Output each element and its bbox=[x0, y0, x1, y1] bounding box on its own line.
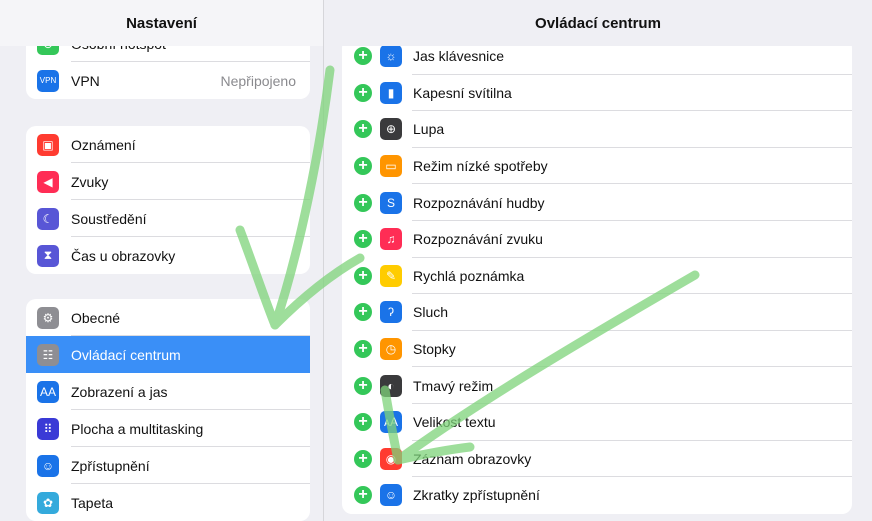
control-list-item: + ♫ Rozpoznávání zvuku bbox=[342, 221, 852, 258]
control-list-item: + ᴀA Velikost textu bbox=[342, 404, 852, 441]
stopwatch-icon: ◷ bbox=[380, 338, 402, 361]
sidebar-item-label: VPN bbox=[71, 72, 100, 89]
shazam-icon: S bbox=[380, 191, 402, 214]
sidebar-item-label: Čas u obrazovky bbox=[71, 247, 176, 264]
speaker-icon: ◀ bbox=[37, 170, 59, 193]
add-control-icon[interactable]: + bbox=[354, 413, 372, 432]
control-label: Rozpoznávání hudby bbox=[413, 194, 545, 211]
sidebar-item-label: Soustředění bbox=[71, 210, 147, 227]
control-label: Zkratky zpřístupnění bbox=[413, 487, 540, 504]
add-control-icon[interactable]: + bbox=[354, 449, 372, 468]
sound-recognition-icon: ♫ bbox=[380, 228, 402, 251]
control-label: Stopky bbox=[413, 341, 456, 358]
vpn-icon: VPN bbox=[37, 69, 59, 92]
sidebar-item-label: Zpřístupnění bbox=[71, 457, 150, 474]
sidebar-item-notifications[interactable]: ▣ Oznámení bbox=[26, 126, 310, 163]
settings-sidebar: Nastavení ⊚Osobní hotspotVPNVPNNepřipoje… bbox=[0, 0, 324, 521]
sidebar-item-label: Obecné bbox=[71, 309, 121, 326]
ear-icon: ʔ bbox=[380, 301, 402, 324]
control-list-item: + ▭ Režim nízké spotřeby bbox=[342, 148, 852, 185]
sidebar-item-wallpaper[interactable]: ✿ Tapeta bbox=[26, 484, 310, 521]
more-controls-list: + ☼ Jas klávesnice + ▮ Kapesní svítilna + ⊕ Lupa… bbox=[342, 38, 852, 514]
control-label: Jas klávesnice bbox=[413, 48, 505, 65]
control-label: Režim nízké spotřeby bbox=[413, 158, 548, 175]
sidebar-item-screen-time[interactable]: ⧗ Čas u obrazovky bbox=[26, 237, 310, 274]
control-list-item: + ʔ Sluch bbox=[342, 294, 852, 331]
control-label: Sluch bbox=[413, 304, 449, 321]
sidebar-item-label: Tapeta bbox=[71, 494, 114, 511]
add-control-icon[interactable]: + bbox=[354, 376, 372, 395]
sidebar-item-label: Plocha a multitasking bbox=[71, 420, 204, 437]
text-size-icon: AA bbox=[37, 380, 59, 403]
control-label: Rozpoznávání zvuku bbox=[413, 231, 543, 248]
sidebar-item-label: Zvuky bbox=[71, 173, 109, 190]
sidebar-item-display[interactable]: AA Zobrazení a jas bbox=[26, 373, 310, 410]
page-title: Ovládací centrum bbox=[324, 0, 872, 46]
add-control-icon[interactable]: + bbox=[354, 266, 372, 285]
control-list-item: + ◉ Záznam obrazovky bbox=[342, 441, 852, 478]
moon-icon: ☾ bbox=[37, 207, 59, 230]
control-list-item: + ⊕ Lupa bbox=[342, 111, 852, 148]
notifications-icon: ▣ bbox=[37, 133, 59, 156]
control-label: Záznam obrazovky bbox=[413, 450, 532, 467]
add-control-icon[interactable]: + bbox=[354, 340, 372, 359]
add-control-icon[interactable]: + bbox=[354, 303, 372, 322]
sidebar-item-vpn[interactable]: VPN VPN Nepřipojeno bbox=[26, 62, 310, 99]
text-size-icon: ᴀA bbox=[380, 411, 402, 434]
sidebar-group-general: ⚙ Obecné ☷ Ovládací centrum AA Zobrazení a ja… bbox=[26, 299, 310, 521]
flower-icon: ✿ bbox=[37, 491, 59, 514]
control-label: Lupa bbox=[413, 121, 445, 138]
sidebar-item-general[interactable]: ⚙ Obecné bbox=[26, 299, 310, 336]
sidebar-group-notifications: ▣ Oznámení ◀ Zvuky ☾ Soustředění ⧗ Čas u obrazo… bbox=[26, 126, 310, 274]
sidebar-item-accessibility[interactable]: ☺ Zpřístupnění bbox=[26, 447, 310, 484]
gear-icon: ⚙ bbox=[37, 306, 59, 329]
control-list-item: + ✎ Rychlá poznámka bbox=[342, 258, 852, 295]
dark-mode-icon: ◐ bbox=[380, 374, 402, 397]
control-list-item: + S Rozpoznávání hudby bbox=[342, 184, 852, 221]
accessibility-icon: ☺ bbox=[37, 454, 59, 477]
sidebar-item-control-center[interactable]: ☷ Ovládací centrum bbox=[26, 336, 310, 373]
quick-note-icon: ✎ bbox=[380, 264, 402, 287]
add-control-icon[interactable]: + bbox=[354, 230, 372, 249]
flashlight-icon: ▮ bbox=[380, 81, 402, 104]
add-control-icon[interactable]: + bbox=[354, 47, 372, 66]
control-list-item: + ▮ Kapesní svítilna bbox=[342, 75, 852, 112]
magnifier-icon: ⊕ bbox=[380, 118, 402, 141]
add-control-icon[interactable]: + bbox=[354, 120, 372, 139]
control-list-item: + ☺ Zkratky zpřístupnění bbox=[342, 477, 852, 514]
sidebar-item-home-screen[interactable]: ⠿ Plocha a multitasking bbox=[26, 410, 310, 447]
control-list-item: + ◐ Tmavý režim bbox=[342, 367, 852, 404]
keyboard-brightness-icon: ☼ bbox=[380, 45, 402, 68]
grid-icon: ⠿ bbox=[37, 417, 59, 440]
add-control-icon[interactable]: + bbox=[354, 486, 372, 505]
add-control-icon[interactable]: + bbox=[354, 157, 372, 176]
sidebar-item-label: Ovládací centrum bbox=[71, 346, 181, 363]
sidebar-item-sounds[interactable]: ◀ Zvuky bbox=[26, 163, 310, 200]
add-control-icon[interactable]: + bbox=[354, 83, 372, 102]
control-label: Tmavý režim bbox=[413, 377, 494, 394]
control-label: Velikost textu bbox=[413, 414, 496, 431]
sidebar-item-label: Zobrazení a jas bbox=[71, 383, 168, 400]
sidebar-item-focus[interactable]: ☾ Soustředění bbox=[26, 200, 310, 237]
sidebar-title: Nastavení bbox=[0, 0, 323, 46]
switches-icon: ☷ bbox=[37, 343, 59, 366]
hourglass-icon: ⧗ bbox=[37, 244, 59, 267]
control-center-pane: Ovládací centrum + ☼ Jas klávesnice + ▮ Kapes… bbox=[324, 0, 872, 521]
screen-record-icon: ◉ bbox=[380, 447, 402, 470]
control-label: Kapesní svítilna bbox=[413, 84, 512, 101]
battery-icon: ▭ bbox=[380, 155, 402, 178]
sidebar-item-value: Nepřipojeno bbox=[220, 72, 297, 89]
add-control-icon[interactable]: + bbox=[354, 193, 372, 212]
control-list-item: + ◷ Stopky bbox=[342, 331, 852, 368]
control-label: Rychlá poznámka bbox=[413, 267, 525, 284]
accessibility-icon: ☺ bbox=[380, 484, 402, 507]
sidebar-item-label: Oznámení bbox=[71, 136, 136, 153]
